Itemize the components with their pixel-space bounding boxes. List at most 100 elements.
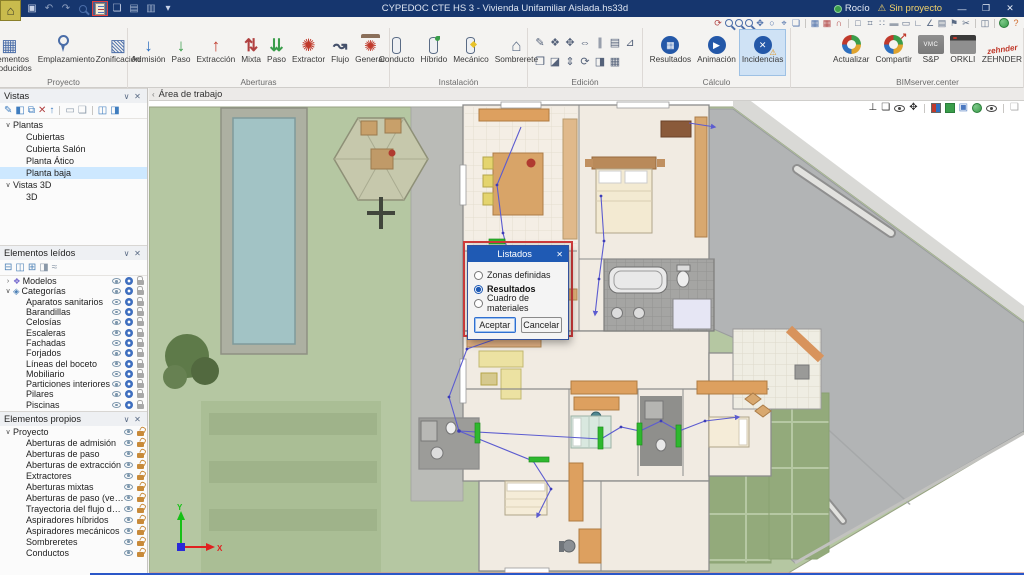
lock-icon[interactable]	[137, 368, 144, 378]
screens-icon[interactable]: ❏	[791, 18, 801, 28]
paso-button[interactable]: ↓ Paso	[169, 29, 194, 76]
flujo-button[interactable]: ↝ Flujo	[328, 29, 352, 76]
duplicate-view-icon[interactable]: ⧉	[28, 105, 35, 116]
gear-icon[interactable]	[125, 297, 133, 306]
columns-icon[interactable]: ◫	[15, 262, 24, 273]
visibility-cursor-icon[interactable]	[894, 104, 906, 112]
gear-icon[interactable]	[125, 287, 133, 296]
eye-icon[interactable]	[124, 549, 133, 556]
eye-icon[interactable]	[124, 516, 133, 523]
tree-item-cubierta-salón[interactable]: Cubierta Salón	[0, 143, 147, 155]
eye-icon[interactable]	[112, 401, 121, 408]
magnet-icon[interactable]: ∩	[834, 18, 844, 28]
unlock-icon[interactable]	[137, 485, 144, 491]
eye-icon[interactable]	[124, 428, 133, 435]
align-icon[interactable]: ∥	[597, 38, 603, 49]
gear-icon[interactable]	[125, 277, 133, 286]
edit-view-icon[interactable]: ◧	[15, 105, 24, 116]
collapse-panel-icon[interactable]: ∨	[121, 92, 132, 101]
minimize-button[interactable]: —	[950, 1, 974, 16]
save-button[interactable]: ▣	[24, 1, 40, 16]
snap-points-icon[interactable]: ∷	[877, 18, 887, 28]
lock-icon[interactable]	[137, 399, 144, 409]
eye-icon[interactable]	[124, 483, 133, 490]
tree-item-trayectoria-del-flujo-de-aire[interactable]: Trayectoria del flujo de aire	[0, 503, 147, 514]
split-v-icon[interactable]: ◨	[110, 105, 119, 116]
panels-icon[interactable]: ◨	[39, 262, 48, 273]
radio-icon[interactable]	[474, 284, 483, 294]
collapse-sidebar-icon[interactable]: ‹	[152, 90, 155, 99]
rotate-icon[interactable]: ⟳	[580, 57, 589, 68]
app-home-vent-icon[interactable]: ⌂	[0, 0, 21, 21]
eye-icon[interactable]	[112, 339, 121, 346]
tree-item-modelos[interactable]: › ❖ Modelos	[0, 276, 147, 286]
gear-icon[interactable]	[125, 390, 133, 399]
unlock-icon[interactable]	[137, 463, 144, 469]
export-view-button[interactable]: ❏	[109, 1, 125, 16]
collapse-panel-icon[interactable]: ∨	[121, 249, 132, 258]
columns-icon[interactable]: ◫	[980, 18, 990, 28]
eye-icon[interactable]	[124, 472, 133, 479]
undo-button[interactable]: ↶	[41, 1, 57, 16]
eye-icon[interactable]	[124, 439, 133, 446]
extraccion-button[interactable]: ↑ Extracción	[193, 29, 238, 76]
windows-icon[interactable]: ❏	[78, 105, 87, 116]
split-view-icon[interactable]	[930, 103, 941, 113]
tree-item-barandillas[interactable]: Barandillas	[0, 307, 147, 317]
lock-icon[interactable]	[137, 327, 144, 337]
tree-item-vistas-3d[interactable]: ∨ Vistas 3D	[0, 179, 147, 191]
reports-button[interactable]	[92, 1, 108, 16]
gear-icon[interactable]	[125, 308, 133, 317]
zoom-all-icon[interactable]	[735, 19, 743, 27]
eye-icon[interactable]	[112, 329, 121, 336]
admision-button[interactable]: ↓ Admisión	[128, 29, 168, 76]
customize-toolbar-button[interactable]: ▾	[160, 1, 176, 16]
expander-icon[interactable]: ∨	[3, 287, 13, 295]
gear-icon[interactable]	[125, 369, 133, 378]
gear-icon[interactable]	[125, 318, 133, 327]
close-button[interactable]: ✕	[998, 1, 1022, 16]
aceptar-button[interactable]: Aceptar	[474, 317, 516, 333]
angle-icon[interactable]: ∠	[925, 18, 935, 28]
mixta-button[interactable]: ⇅ Mixta	[238, 29, 264, 76]
grid-red-icon[interactable]: ▦	[822, 18, 832, 28]
rectangle-icon[interactable]: □	[853, 18, 863, 28]
close-panel-icon[interactable]: ✕	[132, 92, 143, 101]
eye-icon[interactable]	[124, 538, 133, 545]
redraw-icon[interactable]: ⟳	[713, 18, 723, 28]
lock-icon[interactable]	[137, 337, 144, 347]
eye-icon[interactable]	[112, 381, 121, 388]
radio-icon[interactable]	[474, 298, 483, 308]
gear-icon[interactable]	[125, 349, 133, 358]
workspace-tab-label[interactable]: Área de trabajo	[159, 89, 223, 99]
zehnder-button[interactable]: zehnder ZEHNDER	[979, 29, 1024, 76]
new-view-icon[interactable]: ✎	[4, 105, 12, 116]
orkli-button[interactable]: ORKLI	[947, 29, 979, 76]
unlock-icon[interactable]	[137, 518, 144, 524]
tree-item-3d[interactable]: 3D	[0, 191, 147, 203]
gear-icon[interactable]	[125, 328, 133, 337]
redo-button[interactable]: ↷	[58, 1, 74, 16]
eye-icon[interactable]	[112, 278, 121, 285]
expander-icon[interactable]: ∨	[3, 181, 13, 189]
edit-pencil-icon[interactable]: ✎	[535, 38, 544, 49]
tree-item-aspiradores-híbridos[interactable]: Aspiradores híbridos	[0, 514, 147, 525]
tree-item-planta-ático[interactable]: Planta Ático	[0, 155, 147, 167]
filter-icon[interactable]: ≈	[52, 262, 58, 273]
gear-icon[interactable]	[125, 359, 133, 368]
delete-view-icon[interactable]: ✕	[38, 105, 46, 116]
globe-icon[interactable]	[999, 18, 1009, 28]
tree-item-aberturas-de-paso[interactable]: Aberturas de paso	[0, 448, 147, 459]
elementos-introducidos-button[interactable]: ▦Elementos introducidos	[0, 29, 35, 76]
expand-tree-icon[interactable]: ⊞	[28, 262, 36, 273]
eye-icon[interactable]	[124, 450, 133, 457]
clipboard-icon[interactable]: ▤	[937, 18, 947, 28]
cut-icon[interactable]: ✂	[961, 18, 971, 28]
unlock-icon[interactable]	[137, 474, 144, 480]
drawing-canvas[interactable]: ⊥ ❏ ✥ ▣ ❏ Y X Listados ✕ Zonas definidas…	[149, 101, 1024, 575]
move-icon[interactable]: ✥	[565, 38, 574, 49]
flag-icon[interactable]: ⚑	[949, 18, 959, 28]
close-panel-icon[interactable]: ✕	[132, 415, 143, 424]
zoom-tool-button[interactable]	[75, 1, 91, 16]
eye-icon[interactable]	[112, 360, 121, 367]
